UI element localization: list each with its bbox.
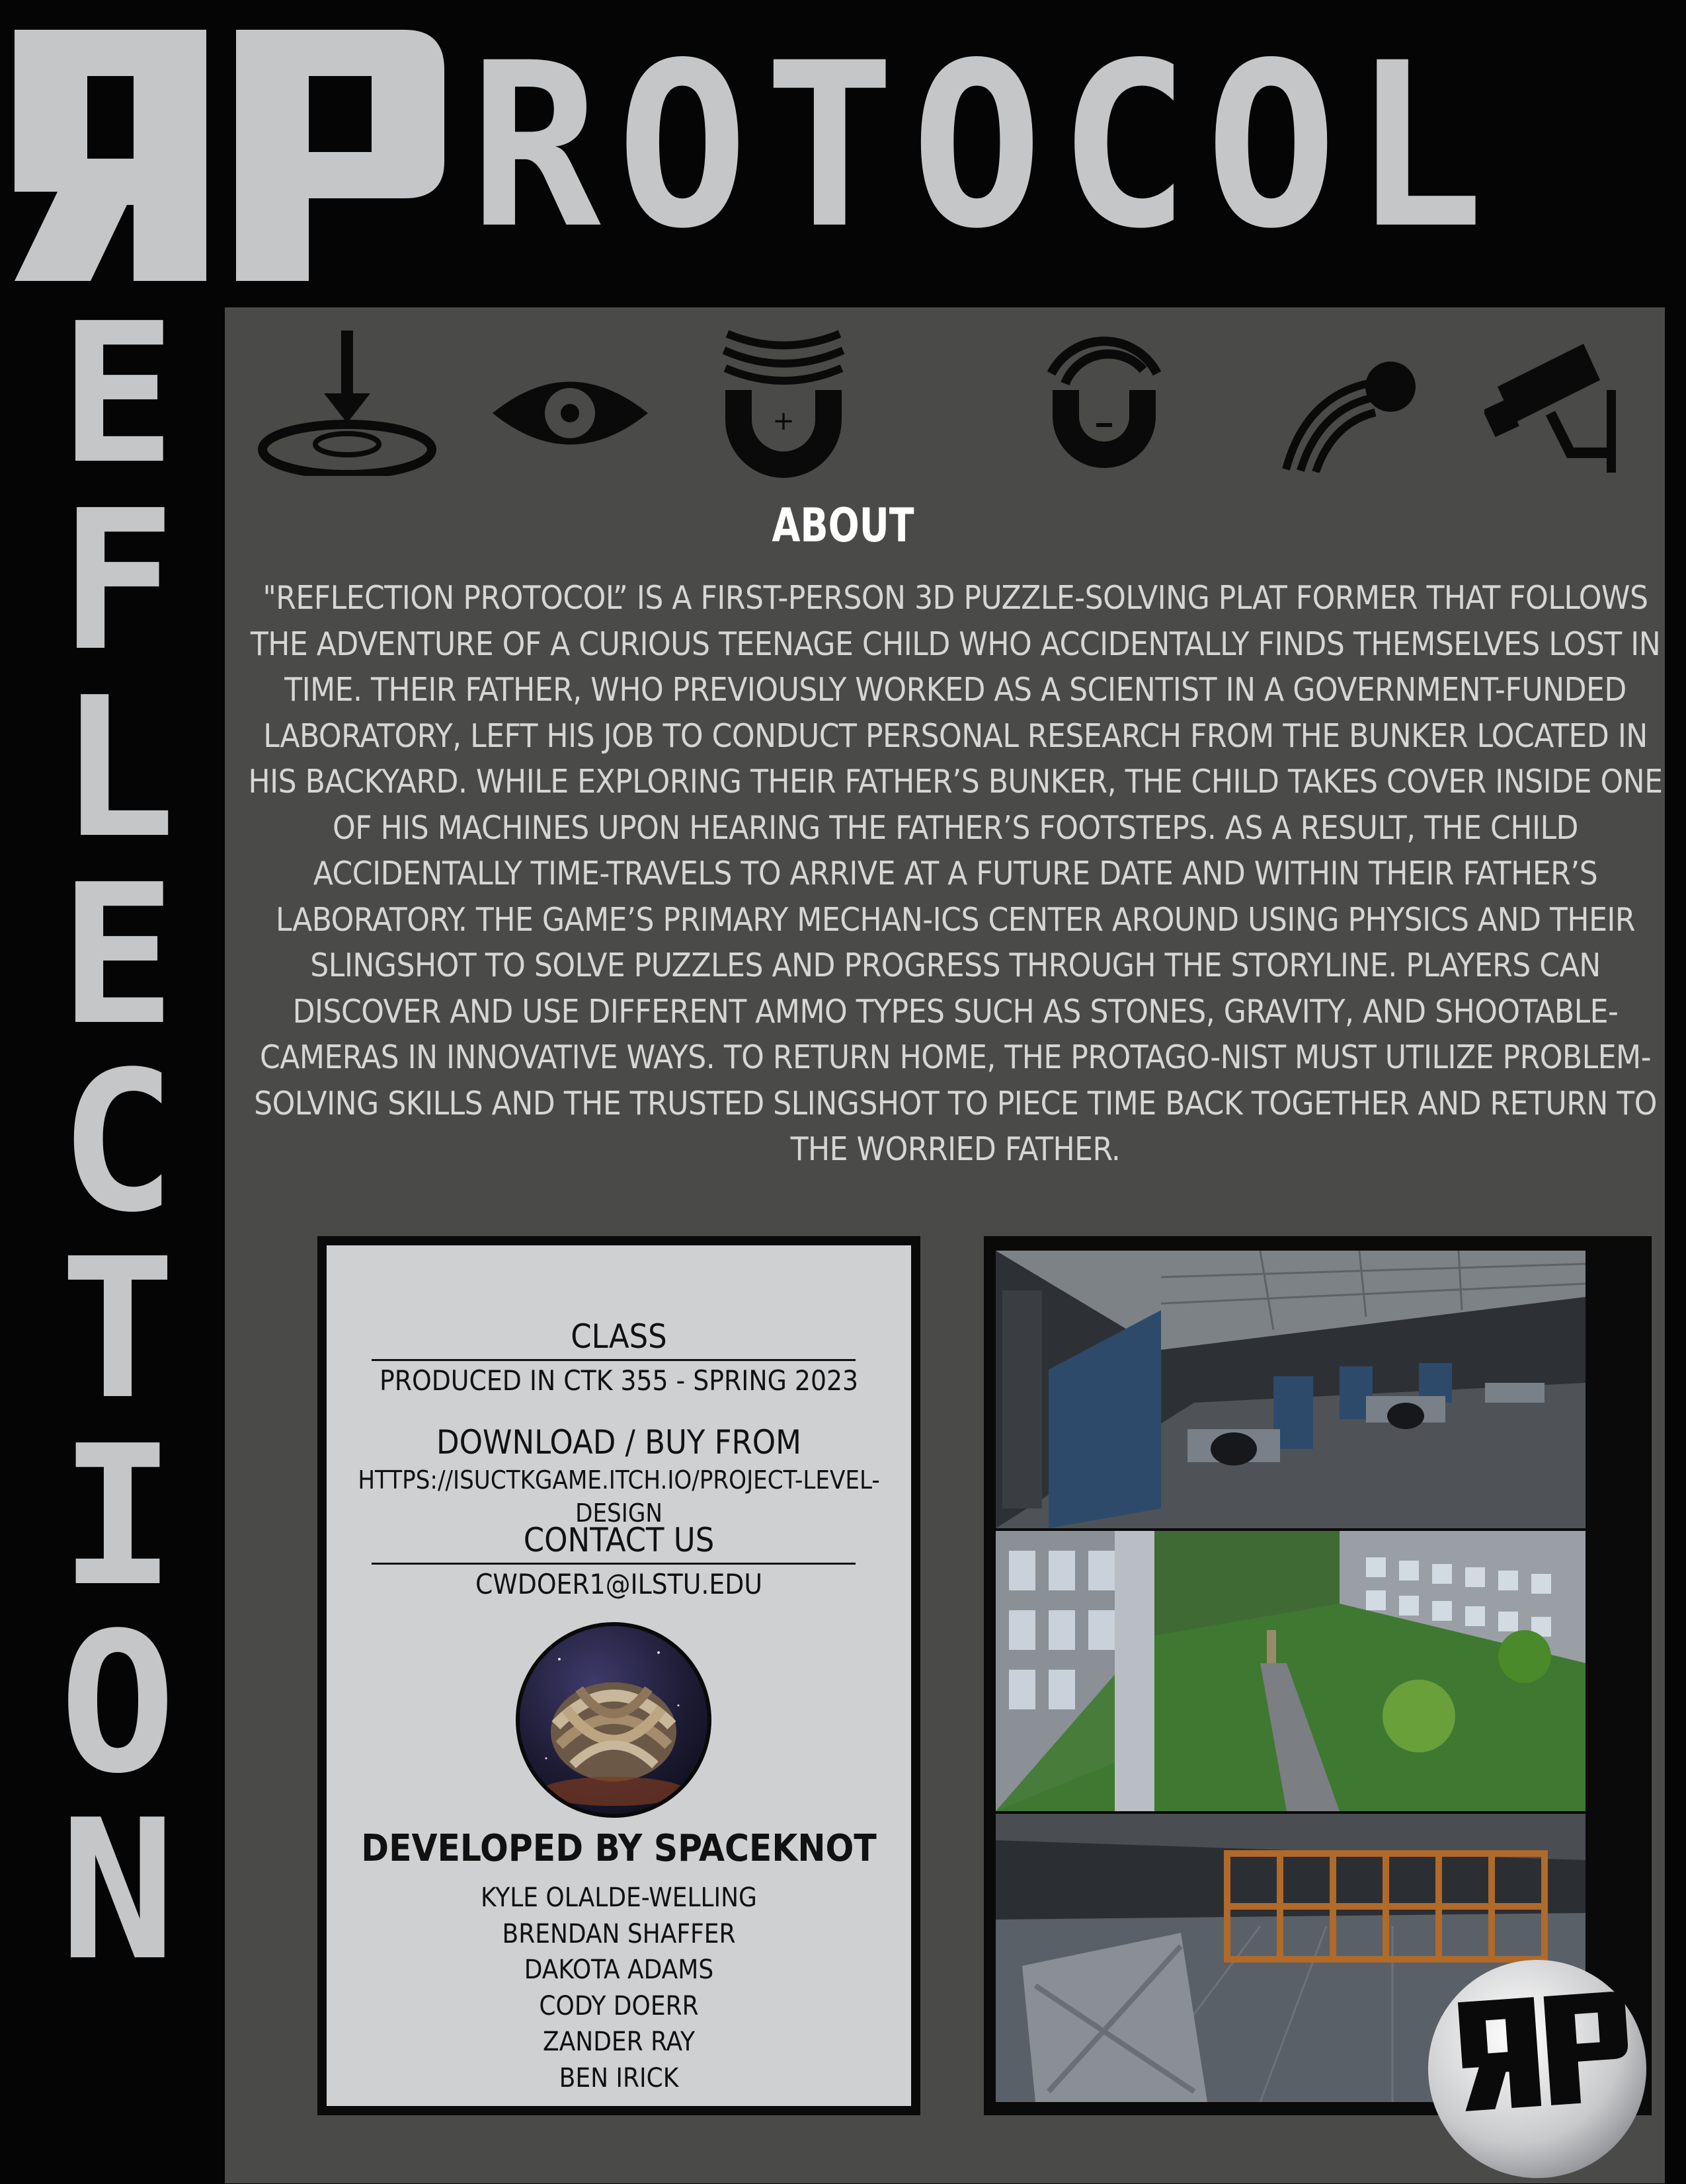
studio-logo-image [516, 1622, 711, 1818]
vertical-letter: E [60, 843, 176, 1068]
developer-name: KYLE OLALDE-WELLING [481, 1883, 757, 1913]
security-camera-icon [1484, 340, 1623, 473]
about-body: "Reflection Protocol” is a first-person … [248, 579, 1663, 1168]
download-heading: DOWNLOAD / BUY FROM [436, 1423, 801, 1462]
developer-name: CODY DOERR [539, 1990, 699, 2021]
about-heading: ABOUT [772, 498, 914, 553]
developer-name: ZANDER RAY [543, 2027, 695, 2057]
svg-text:+: + [772, 406, 795, 436]
ground-pound-icon [258, 331, 436, 476]
developer-name: DAKOTA ADAMS [524, 1955, 714, 1985]
vertical-letter: E [60, 282, 176, 506]
vertical-letter: O [60, 1591, 176, 1816]
rp-badge-logo [1425, 1957, 1650, 2181]
magnet-negative-icon [1038, 324, 1170, 479]
contact-heading: CONTACT US [523, 1521, 715, 1559]
eye-icon [489, 367, 651, 459]
vertical-letter: N [60, 1778, 176, 2003]
class-heading: CLASS [571, 1317, 667, 1356]
developer-name: BRENDAN SHAFFER [502, 1918, 736, 1949]
developed-by-heading: DEVELOPED BY SPACEKNOT [361, 1827, 877, 1870]
title-word-reflection: E F L E C T I O N [38, 282, 197, 2003]
vertical-letter: I [60, 1404, 176, 1629]
divider [372, 1359, 856, 1361]
class-value: PRODUCED IN CTK 355 - SPRING 2023 [379, 1364, 859, 1397]
vertical-letter: C [60, 1030, 176, 1255]
screenshot-courtyard [996, 1531, 1586, 1811]
title-word-protocol: ROTOCOL [469, 14, 1500, 278]
vertical-letter: T [60, 1217, 176, 1442]
divider [372, 1563, 856, 1565]
contact-email[interactable]: CWDOER1@ILSTU.EDU [327, 1568, 911, 1601]
developer-name: BEN IRICK [559, 2062, 679, 2093]
info-card: CLASS PRODUCED IN CTK 355 - SPRING 2023 … [317, 1236, 920, 2115]
developer-list: KYLE OLALDE-WELLING BRENDAN SHAFFER DAKO… [327, 1880, 911, 2096]
projectile-icon [1279, 357, 1422, 473]
magnet-positive-icon: + [717, 321, 850, 483]
screenshot-office [996, 1251, 1586, 1528]
rp-logo: RP [8, 30, 451, 281]
download-link[interactable]: HTTPS://ISUCTKGAME.ITCH.IO/PROJECT-LEVEL… [327, 1463, 911, 1530]
vertical-letter: L [60, 656, 176, 880]
